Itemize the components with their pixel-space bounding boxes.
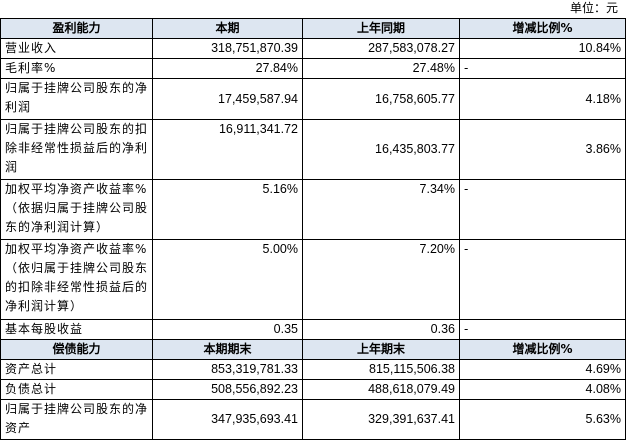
row-label: 毛利率% xyxy=(0,58,153,79)
row-label: 归属于挂牌公司股东的扣除非经常性损益后的净利润 xyxy=(0,119,153,180)
table-row: 资产总计 853,319,781.33 815,115,506.38 4.69% xyxy=(0,359,626,380)
previous-value: 16,758,605.77 xyxy=(302,78,460,120)
current-value: 5.16% xyxy=(152,179,303,240)
header-solvency: 偿债能力 xyxy=(0,339,153,360)
previous-value: 16,435,803.77 xyxy=(302,119,460,180)
table-row: 毛利率% 27.84% 27.48% - xyxy=(0,58,626,79)
previous-value: 27.48% xyxy=(302,58,460,79)
previous-value: 7.20% xyxy=(302,239,460,320)
header-period-end: 本期期末 xyxy=(152,339,303,360)
current-value: 27.84% xyxy=(152,58,303,79)
current-value: 508,556,892.23 xyxy=(152,379,303,400)
change-value: - xyxy=(459,58,626,79)
row-label: 资产总计 xyxy=(0,359,153,380)
change-value: 4.08% xyxy=(459,379,626,400)
change-value: 3.86% xyxy=(459,119,626,180)
change-value: 5.63% xyxy=(459,399,626,440)
current-value: 16,911,341.72 xyxy=(152,119,303,180)
table-row: 营业收入 318,751,870.39 287,583,078.27 10.84… xyxy=(0,38,626,59)
change-value: 10.84% xyxy=(459,38,626,59)
row-label: 负债总计 xyxy=(0,379,153,400)
change-value: - xyxy=(459,239,626,320)
previous-value: 488,618,079.49 xyxy=(302,379,460,400)
row-label: 归属于挂牌公司股东的净资产 xyxy=(0,399,153,440)
current-value: 853,319,781.33 xyxy=(152,359,303,380)
current-value: 17,459,587.94 xyxy=(152,78,303,120)
financial-indicators-table: 盈利能力 本期 上年同期 增减比例% 营业收入 318,751,870.39 2… xyxy=(0,18,626,440)
row-label: 归属于挂牌公司股东的净利润 xyxy=(0,78,153,120)
row-label: 营业收入 xyxy=(0,38,153,59)
table-row: 加权平均净资产收益率%（依据归属于挂牌公司股东的净利润计算） 5.16% 7.3… xyxy=(0,179,626,240)
previous-value: 329,391,637.41 xyxy=(302,399,460,440)
table-row: 归属于挂牌公司股东的净资产 347,935,693.41 329,391,637… xyxy=(0,399,626,440)
change-value: - xyxy=(459,179,626,240)
row-label: 基本每股收益 xyxy=(0,319,153,340)
unit-label: 单位：元 xyxy=(569,1,618,15)
previous-value: 815,115,506.38 xyxy=(302,359,460,380)
previous-value: 7.34% xyxy=(302,179,460,240)
table-row: 负债总计 508,556,892.23 488,618,079.49 4.08% xyxy=(0,379,626,400)
header-change-pct: 增减比例% xyxy=(459,339,626,360)
header-change-pct: 增减比例% xyxy=(459,18,626,39)
previous-value: 287,583,078.27 xyxy=(302,38,460,59)
change-value: 4.18% xyxy=(459,78,626,120)
change-value: 4.69% xyxy=(459,359,626,380)
current-value: 347,935,693.41 xyxy=(152,399,303,440)
current-value: 318,751,870.39 xyxy=(152,38,303,59)
current-value: 5.00% xyxy=(152,239,303,320)
change-value: - xyxy=(459,319,626,340)
header-profitability: 盈利能力 xyxy=(0,18,153,39)
header-previous-period: 上年同期 xyxy=(302,18,460,39)
current-value: 0.35 xyxy=(152,319,303,340)
previous-value: 0.36 xyxy=(302,319,460,340)
profit-header-row: 盈利能力 本期 上年同期 增减比例% xyxy=(0,18,626,39)
row-label: 加权平均净资产收益率%（依据归属于挂牌公司股东的净利润计算） xyxy=(0,179,153,240)
header-previous-period-end: 上年期末 xyxy=(302,339,460,360)
header-current-period: 本期 xyxy=(152,18,303,39)
table-row: 基本每股收益 0.35 0.36 - xyxy=(0,319,626,340)
solvency-header-row: 偿债能力 本期期末 上年期末 增减比例% xyxy=(0,339,626,360)
table-row: 归属于挂牌公司股东的扣除非经常性损益后的净利润 16,911,341.72 16… xyxy=(0,119,626,180)
row-label: 加权平均净资产收益率%（依归属于挂牌公司股东的扣除非经常性损益后的净利润计算） xyxy=(0,239,153,320)
table-row: 加权平均净资产收益率%（依归属于挂牌公司股东的扣除非经常性损益后的净利润计算） … xyxy=(0,239,626,320)
table-row: 归属于挂牌公司股东的净利润 17,459,587.94 16,758,605.7… xyxy=(0,78,626,120)
